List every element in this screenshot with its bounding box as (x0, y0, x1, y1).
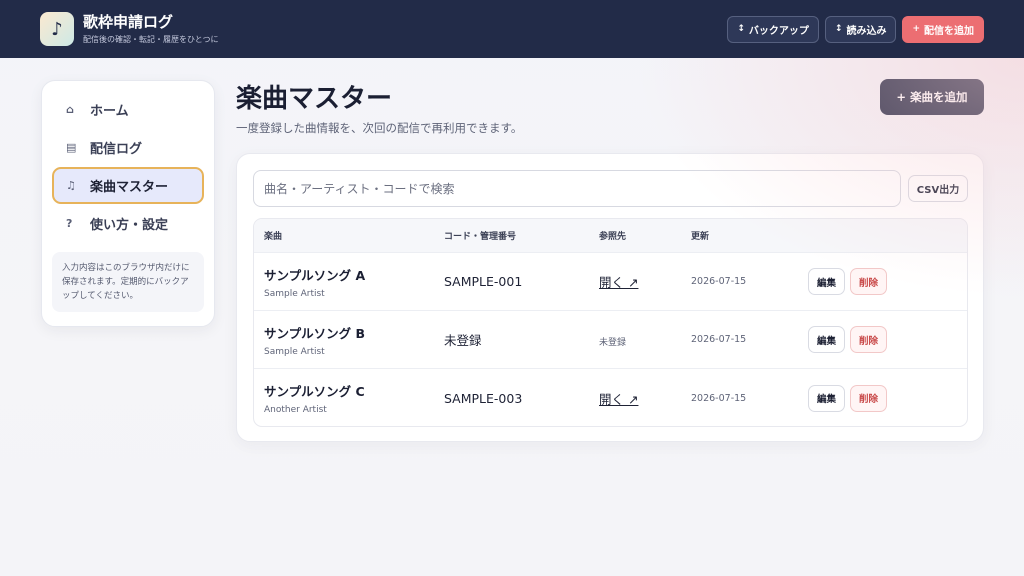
open-reference-link[interactable]: 開く ↗ (599, 275, 638, 290)
sidebar-item-song-master[interactable]: ♫ 楽曲マスター (52, 167, 204, 204)
edit-button[interactable]: 編集 (808, 326, 846, 353)
add-stream-button[interactable]: + 配信を追加 (902, 15, 984, 43)
plus-icon: + (912, 24, 920, 34)
backup-label: バックアップ (748, 25, 809, 37)
updated-date: 2026-07-15 (691, 392, 747, 404)
song-list-card: CSV出力 楽曲 コード・管理番号 参照先 更新 サンプルソング A Sampl… (236, 153, 984, 442)
open-reference-link[interactable]: 開く ↗ (599, 392, 638, 407)
song-cell: サンプルソング C Another Artist (254, 381, 444, 415)
song-artist: Another Artist (264, 405, 327, 415)
sidebar-item-label: 配信ログ (90, 142, 143, 157)
app-subtitle: 配信後の確認・転記・履歴をひとつに (83, 34, 219, 44)
page-title: 楽曲マスター (236, 84, 393, 114)
column-header-reference: 参照先 (599, 232, 627, 242)
swap-vertical-icon: ↕ (737, 24, 745, 34)
sidebar-item-home[interactable]: ⌂ ホーム (52, 91, 204, 128)
storage-note: 入力内容はこのブラウザ内だけに保存されます。定期的にバックアップしてください。 (52, 252, 204, 312)
csv-export-button[interactable]: CSV出力 (908, 175, 968, 202)
row-actions: 編集 削除 (808, 326, 967, 353)
table-header: 楽曲 コード・管理番号 参照先 更新 (254, 219, 967, 253)
add-stream-label: 配信を追加 (924, 25, 974, 37)
song-code: 未登録 (444, 333, 482, 348)
song-title: サンプルソング A (264, 267, 366, 283)
column-header-updated: 更新 (691, 232, 710, 242)
table-row: サンプルソング A Sample Artist SAMPLE-001 開く ↗ … (254, 253, 967, 311)
import-label: 読み込み (846, 25, 887, 37)
page-description: 一度登録した曲情報を、次回の配信で再利用できます。 (236, 121, 523, 135)
add-song-button[interactable]: + 楽曲を追加 (880, 79, 984, 115)
app-title: 歌枠申請ログ (83, 12, 174, 31)
add-song-label: 楽曲を追加 (910, 90, 968, 104)
header-actions: ↕ バックアップ ↕ 読み込み + 配信を追加 (727, 15, 984, 43)
updated-date: 2026-07-15 (691, 334, 747, 345)
search-input[interactable] (253, 170, 901, 207)
updated-date: 2026-07-15 (691, 276, 747, 287)
song-code: SAMPLE-003 (444, 390, 523, 406)
sidebar: ⌂ ホーム ▤ 配信ログ ♫ 楽曲マスター ? 使い方・設定 入力内容はこのブラ… (41, 80, 215, 327)
music-note-icon: ♪ (40, 12, 74, 46)
column-header-song: 楽曲 (264, 232, 283, 242)
app-header: ♪ 歌枠申請ログ 配信後の確認・転記・履歴をひとつに ↕ バックアップ ↕ 読み… (0, 0, 1024, 58)
song-artist: Sample Artist (264, 288, 325, 299)
question-icon: ? (66, 217, 73, 230)
song-cell: サンプルソング A Sample Artist (254, 265, 444, 299)
delete-button[interactable]: 削除 (850, 268, 888, 295)
table-row: サンプルソング B Sample Artist 未登録 未登録 2026-07-… (254, 311, 967, 369)
brand: 歌枠申請ログ 配信後の確認・転記・履歴をひとつに (83, 13, 218, 46)
edit-button[interactable]: 編集 (808, 268, 846, 295)
reference-unregistered: 未登録 (599, 338, 627, 348)
delete-button[interactable]: 削除 (850, 326, 888, 353)
home-icon: ⌂ (66, 103, 74, 116)
list-icon: ▤ (66, 141, 77, 154)
song-table: 楽曲 コード・管理番号 参照先 更新 サンプルソング A Sample Arti… (253, 218, 968, 427)
edit-button[interactable]: 編集 (808, 384, 846, 412)
backup-button[interactable]: ↕ バックアップ (727, 15, 819, 43)
sidebar-item-stream-log[interactable]: ▤ 配信ログ (52, 129, 204, 166)
song-title: サンプルソング C (264, 384, 365, 399)
row-actions: 編集 削除 (808, 268, 967, 295)
swap-vertical-icon: ↕ (834, 24, 843, 34)
song-title: サンプルソング B (264, 325, 366, 341)
delete-button[interactable]: 削除 (850, 384, 888, 412)
song-cell: サンプルソング B Sample Artist (254, 323, 444, 357)
row-actions: 編集 削除 (808, 384, 967, 412)
sidebar-item-label: 楽曲マスター (90, 180, 169, 195)
table-row: サンプルソング C Another Artist SAMPLE-003 開く ↗… (254, 369, 967, 426)
import-button[interactable]: ↕ 読み込み (824, 15, 897, 43)
music-note-icon: ♫ (66, 179, 76, 192)
song-artist: Sample Artist (264, 346, 325, 357)
column-header-code: コード・管理番号 (444, 232, 517, 242)
sidebar-item-help-settings[interactable]: ? 使い方・設定 (52, 205, 204, 242)
song-code: SAMPLE-001 (444, 274, 523, 289)
plus-icon: + (896, 90, 907, 104)
sidebar-item-label: 使い方・設定 (90, 218, 169, 233)
sidebar-item-label: ホーム (90, 104, 129, 119)
